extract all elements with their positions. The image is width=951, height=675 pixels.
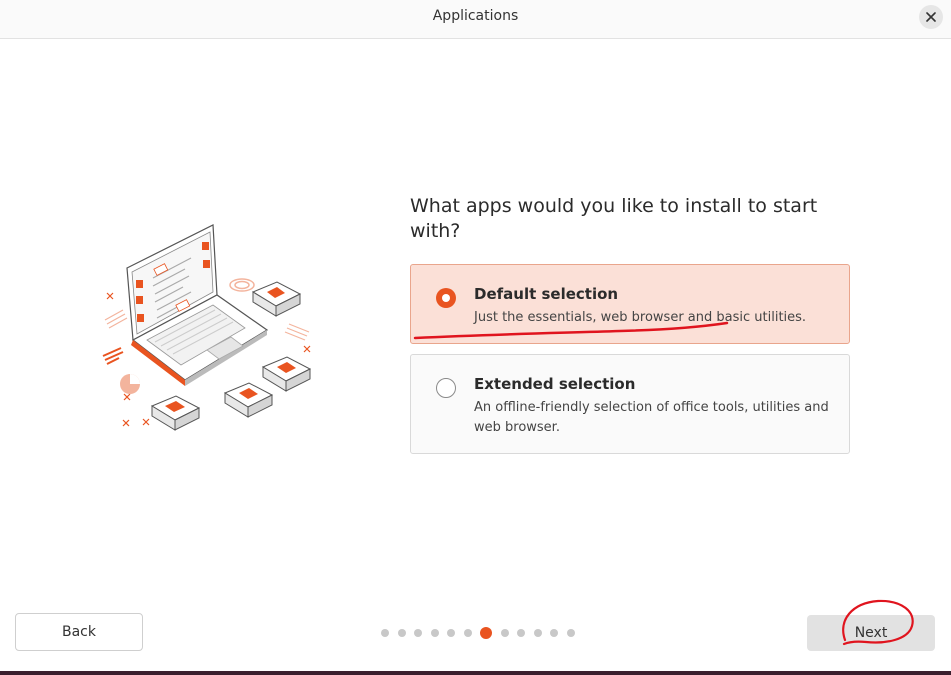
bottom-edge <box>0 671 951 675</box>
default-selection-option[interactable]: Default selection Just the essentials, w… <box>410 264 850 344</box>
default-selection-title: Default selection <box>474 285 619 303</box>
progress-dots <box>381 627 575 639</box>
default-selection-radio[interactable] <box>436 288 456 308</box>
progress-dot <box>430 629 439 637</box>
progress-dot <box>517 629 525 637</box>
progress-dot <box>463 629 472 637</box>
progress-dot <box>500 629 509 637</box>
default-selection-description: Just the essentials, web browser and bas… <box>474 310 807 325</box>
progress-dot <box>533 629 542 637</box>
progress-dot <box>550 629 558 637</box>
question-heading: What apps would you like to install to s… <box>410 195 818 242</box>
progress-dot <box>447 629 455 637</box>
extended-selection-description: An offline-friendly selection of office … <box>474 400 829 435</box>
close-button[interactable] <box>919 5 943 29</box>
window-title: Applications <box>432 8 519 24</box>
back-button[interactable]: Back <box>15 613 143 651</box>
window-header: Applications <box>0 0 951 39</box>
extended-selection-title: Extended selection <box>474 375 636 393</box>
laptop-apps-illustration <box>102 224 312 431</box>
extended-selection-radio[interactable] <box>436 378 456 398</box>
next-button[interactable]: Next <box>807 615 935 651</box>
extended-selection-option[interactable]: Extended selection An offline-friendly s… <box>410 354 850 454</box>
progress-dot <box>397 629 406 637</box>
progress-dot-active <box>480 627 492 639</box>
progress-dot <box>381 629 389 637</box>
progress-dot <box>566 629 575 637</box>
progress-dot <box>414 629 422 637</box>
close-icon <box>926 12 936 22</box>
